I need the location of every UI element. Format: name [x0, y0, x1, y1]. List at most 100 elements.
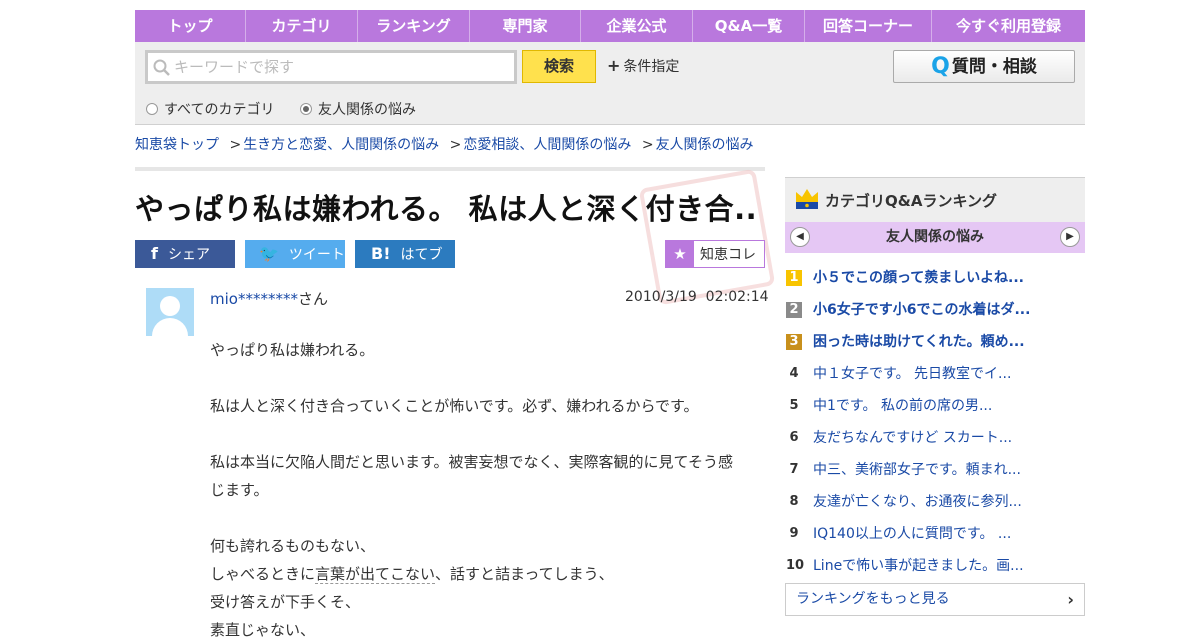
- more-ranking-link[interactable]: ランキングをもっと見る ›: [785, 583, 1085, 616]
- star-icon: ★: [666, 241, 694, 267]
- ranking-item[interactable]: 5 中1です。 私の前の席の男...: [785, 390, 1085, 422]
- nav-qa-list[interactable]: Q&A一覧: [693, 10, 805, 42]
- ranking-item[interactable]: 2 小6女子です小6でこの水着はダ...: [785, 294, 1085, 326]
- hatena-bookmark-button[interactable]: B! はてブ: [355, 240, 455, 268]
- breadcrumb-separator: >: [641, 137, 654, 153]
- radio-this-category[interactable]: 友人関係の悩み: [300, 99, 416, 119]
- nav-register[interactable]: 今すぐ利用登録: [932, 10, 1085, 42]
- ranking-item-text: 困った時は助けてくれた。頼め...: [813, 334, 1025, 350]
- hatena-label: はてブ: [400, 247, 443, 263]
- nav-answer-corner[interactable]: 回答コーナー: [805, 10, 932, 42]
- breadcrumb-separator: >: [449, 137, 462, 153]
- ask-question-button[interactable]: Q 質問・相談: [893, 50, 1075, 83]
- divider: [135, 167, 765, 171]
- chiekore-button[interactable]: ★ 知恵コレ: [665, 240, 765, 268]
- question-icon: Q: [931, 54, 950, 79]
- user-name-link[interactable]: mio********: [210, 290, 298, 308]
- radio-icon: [146, 103, 158, 115]
- ranking-list: 1 小５でこの顔って羨ましいよね... 2 小6女子です小6でこの水着はダ... 3…: [785, 262, 1085, 582]
- ask-question-label: 質問・相談: [951, 57, 1037, 77]
- search-bar: キーワードで探す 検索 + 条件指定 Q 質問・相談 すべてのカテゴリ 友人関係の悩…: [135, 42, 1085, 125]
- chevron-right-icon: ›: [1067, 590, 1074, 609]
- rank-number: 5: [789, 398, 799, 413]
- ranking-item[interactable]: 7 中三、美術部女子です。頼まれ...: [785, 454, 1085, 486]
- avatar-head: [160, 296, 180, 316]
- ranking-header: カテゴリQ&Aランキング: [785, 177, 1085, 222]
- breadcrumb-love-relations[interactable]: 恋愛相談、人間関係の悩み: [463, 137, 631, 153]
- twitter-share-button[interactable]: 🐦 ツイート: [245, 240, 345, 268]
- hatena-icon: B!: [371, 244, 391, 263]
- body-line: [210, 420, 745, 448]
- conditions-label: 条件指定: [623, 59, 680, 75]
- next-category-icon[interactable]: ▶: [1060, 227, 1080, 247]
- ranking-item-text: 中1です。 私の前の席の男...: [813, 398, 993, 414]
- search-button[interactable]: 検索: [522, 50, 596, 83]
- search-input[interactable]: キーワードで探す: [145, 50, 517, 84]
- radio-all-label: すべてのカテゴリ: [164, 102, 275, 118]
- user-suffix: さん: [297, 290, 328, 308]
- conditions-link[interactable]: + 条件指定: [607, 56, 679, 76]
- prev-category-icon[interactable]: ◀: [790, 227, 810, 247]
- body-line: 私は本当に欠陥人間だと思います。被害妄想でなく、実際客観的に見てそう感じます。: [210, 453, 734, 499]
- ranking-item[interactable]: 8 友達が亡くなり、お通夜に参列...: [785, 486, 1085, 518]
- body-line: 何も誇れるものもない、: [210, 537, 376, 555]
- rank-badge: 3: [786, 334, 802, 350]
- radio-selected-icon: [300, 103, 312, 115]
- search-placeholder: キーワードで探す: [174, 58, 295, 76]
- ranking-item-text: Lineで怖い事が起きました。画...: [813, 558, 1024, 574]
- ranking-item[interactable]: 10 Lineで怖い事が起きました。画...: [785, 550, 1085, 582]
- breadcrumb-top[interactable]: 知恵袋トップ: [135, 137, 219, 153]
- ranking-item-text: 小５でこの顔って羨ましいよね...: [813, 270, 1024, 286]
- rank-number: 7: [789, 462, 799, 477]
- facebook-icon: f: [151, 244, 158, 263]
- body-line: 素直じゃない、: [210, 621, 316, 639]
- nav-official[interactable]: 企業公式: [581, 10, 693, 42]
- more-ranking-label: ランキングをもっと見る: [796, 591, 950, 607]
- nav-category[interactable]: カテゴリ: [246, 10, 358, 42]
- body-text-span: 、話すと詰まってしまう、: [435, 565, 614, 583]
- ranking-item-text: 中三、美術部女子です。頼まれ...: [813, 462, 1021, 478]
- body-line: やっぱり私は嫌われる。: [210, 341, 375, 359]
- ranking-item[interactable]: 6 友だちなんですけど スカート...: [785, 422, 1085, 454]
- crown-icon: [796, 189, 818, 209]
- ranking-category-bar: ◀ 友人関係の悩み ▶: [785, 222, 1085, 253]
- ranking-item-text: IQ140以上の人に質問です。 ...: [813, 526, 1012, 542]
- rank-badge: 1: [786, 270, 802, 286]
- nav-ranking[interactable]: ランキング: [358, 10, 470, 42]
- ranking-item[interactable]: 1 小５でこの顔って羨ましいよね...: [785, 262, 1085, 294]
- body-line: 受け答えが下手くそ、: [210, 593, 361, 611]
- ranking-item-text: 友だちなんですけど スカート...: [813, 430, 1013, 446]
- ranking-item-text: 友達が亡くなり、お通夜に参列...: [813, 494, 1022, 510]
- nav-top[interactable]: トップ: [135, 10, 246, 42]
- body-line: しゃべるときに言葉が出てこない、話すと詰まってしまう、: [210, 560, 745, 588]
- question-title: やっぱり私は嫌われる。 私は人と深く付き合...: [135, 192, 755, 226]
- rank-badge: 2: [786, 302, 802, 318]
- ranking-item-text: 中１女子です。 先日教室でイ...: [813, 366, 1012, 382]
- breadcrumb-life-love[interactable]: 生き方と恋愛、人間関係の悩み: [243, 137, 439, 153]
- underlined-keyword[interactable]: 言葉が出てこない: [315, 565, 436, 584]
- twitter-share-label: ツイート: [288, 247, 345, 263]
- ranking-item[interactable]: 4 中１女子です。 先日教室でイ...: [785, 358, 1085, 390]
- rank-number: 10: [786, 558, 805, 573]
- chiekore-label: 知恵コレ: [700, 247, 756, 263]
- search-icon: [153, 59, 170, 76]
- body-line: 私は人と深く付き合っていくことが怖いです。必ず、嫌われるからです。: [210, 397, 699, 415]
- body-line: [210, 364, 745, 392]
- breadcrumb-friends[interactable]: 友人関係の悩み: [656, 137, 754, 153]
- breadcrumb: 知恵袋トップ > 生き方と恋愛、人間関係の悩み > 恋愛相談、人間関係の悩み > 友人…: [135, 134, 1085, 154]
- radio-all-categories[interactable]: すべてのカテゴリ: [146, 99, 274, 119]
- ranking-item[interactable]: 3 困った時は助けてくれた。頼め...: [785, 326, 1085, 358]
- ranking-item[interactable]: 9 IQ140以上の人に質問です。 ...: [785, 518, 1085, 550]
- ranking-item-text: 小6女子です小6でこの水着はダ...: [813, 302, 1031, 318]
- facebook-share-label: シェア: [167, 247, 210, 263]
- rank-number: 4: [789, 366, 799, 381]
- plus-icon: +: [607, 56, 621, 75]
- facebook-share-button[interactable]: f シェア: [135, 240, 235, 268]
- nav-experts[interactable]: 専門家: [470, 10, 581, 42]
- rank-number: 6: [789, 430, 799, 445]
- rank-number: 8: [789, 494, 799, 509]
- twitter-bird-icon: 🐦: [259, 244, 279, 263]
- ranking-category-name: 友人関係の悩み: [886, 229, 984, 245]
- body-line: [210, 504, 745, 532]
- avatar[interactable]: [146, 288, 194, 336]
